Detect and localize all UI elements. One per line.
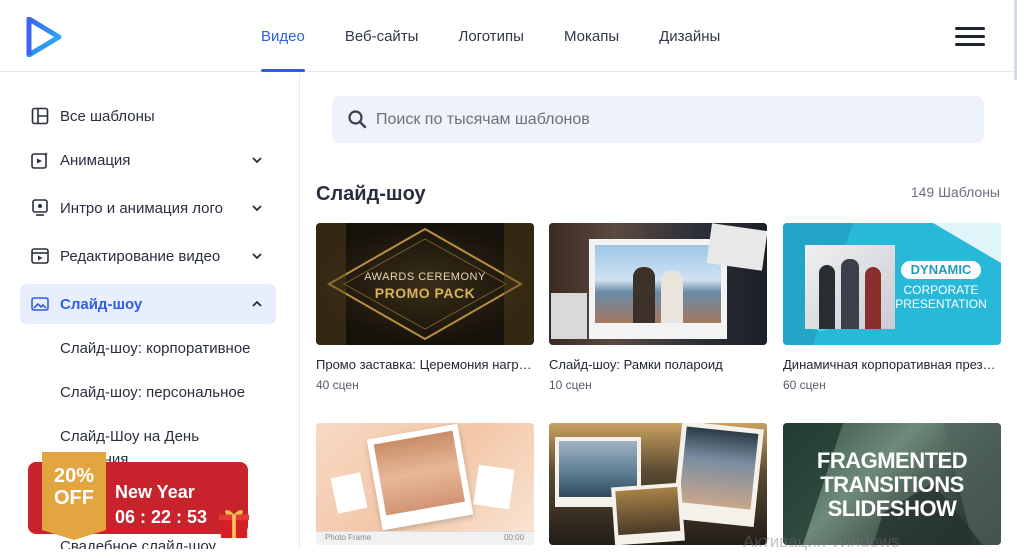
sidebar-item-animation[interactable]: Анимация bbox=[20, 140, 276, 180]
thumb-caption: FRAGMENTED bbox=[816, 448, 968, 473]
top-header: Видео Веб-сайты Логотипы Мокапы Дизайны bbox=[0, 0, 1017, 72]
discount-percent: 20% bbox=[53, 465, 95, 487]
main-nav: Видео Веб-сайты Логотипы Мокапы Дизайны bbox=[261, 0, 760, 72]
template-thumbnail[interactable] bbox=[549, 223, 767, 345]
template-card[interactable]: FRAGMENTED TRANSITIONS SLIDESHOW bbox=[783, 423, 1001, 545]
nav-logos[interactable]: Логотипы bbox=[458, 0, 524, 72]
discount-off: OFF bbox=[54, 487, 94, 509]
thumb-caption: Photo Frame bbox=[325, 533, 372, 542]
template-card[interactable]: DYNAMIC CORPORATE PRESENTATION Динамична… bbox=[783, 223, 1001, 392]
photo-frame bbox=[672, 423, 764, 528]
gift-icon bbox=[218, 510, 250, 539]
search-bar[interactable] bbox=[332, 96, 984, 143]
new-year-promo-banner[interactable]: 20% OFF New Year 06 : 22 : 53 bbox=[28, 452, 250, 540]
chevron-down-icon[interactable] bbox=[250, 153, 264, 167]
template-card[interactable]: AWARDS CEREMONY PROMO PACK Промо заставк… bbox=[316, 223, 534, 392]
sidebar-item-label: Редактирование видео bbox=[60, 247, 221, 265]
thumb-caption: PROMO PACK bbox=[374, 285, 476, 301]
thumb-caption: TRANSITIONS bbox=[820, 472, 964, 497]
template-thumbnail[interactable]: DYNAMIC CORPORATE PRESENTATION bbox=[783, 223, 1001, 345]
template-card[interactable]: Photo Frame 00:00 bbox=[316, 423, 534, 545]
nav-video[interactable]: Видео bbox=[261, 0, 305, 72]
thumb-caption: AWARDS CEREMONY bbox=[364, 271, 486, 283]
discount-tag: 20% OFF bbox=[42, 452, 106, 540]
windows-activation-watermark: Активация Windows bbox=[743, 532, 900, 551]
chevron-down-icon[interactable] bbox=[250, 249, 264, 263]
thumb-caption: CORPORATE bbox=[903, 283, 979, 297]
thumb-caption: DYNAMIC bbox=[901, 261, 981, 279]
logo-intro-icon bbox=[30, 198, 50, 218]
sidebar-subitem-corporate[interactable]: Слайд-шоу: корпоративное bbox=[60, 340, 251, 357]
sidebar-item-label: Слайд-шоу bbox=[60, 295, 143, 313]
search-input[interactable] bbox=[376, 96, 966, 143]
card-scenes: 40 сцен bbox=[316, 378, 359, 392]
card-title[interactable]: Слайд-шоу: Рамки полароид bbox=[549, 357, 767, 372]
card-scenes: 10 сцен bbox=[549, 378, 592, 392]
template-card[interactable] bbox=[549, 423, 767, 545]
polaroid-frame bbox=[589, 239, 727, 339]
nav-websites[interactable]: Веб-сайты bbox=[345, 0, 419, 72]
photo-frame bbox=[366, 423, 474, 531]
sidebar-subitem-birthday[interactable]: Слайд-Шоу на День bbox=[60, 428, 199, 445]
slideshow-icon bbox=[30, 294, 50, 314]
sidebar-item-label: Анимация bbox=[60, 151, 131, 169]
sidebar-item-label: Интро и анимация лого bbox=[60, 199, 224, 217]
template-thumbnail[interactable]: FRAGMENTED TRANSITIONS SLIDESHOW bbox=[783, 423, 1001, 545]
team-photo bbox=[805, 245, 895, 329]
video-edit-icon bbox=[30, 246, 50, 266]
template-count: 149 Шаблоны bbox=[910, 184, 1000, 200]
chevron-up-icon[interactable] bbox=[250, 297, 264, 311]
template-thumbnail[interactable]: Photo Frame 00:00 bbox=[316, 423, 534, 545]
sidebar-item-all-templates[interactable]: Все шаблоны bbox=[20, 96, 276, 136]
animation-icon bbox=[30, 150, 50, 170]
thumb-caption: SLIDESHOW bbox=[827, 496, 957, 521]
thumb-caption: 00:00 bbox=[504, 533, 525, 542]
sidebar-subitem-personal[interactable]: Слайд-шоу: персональное bbox=[60, 384, 245, 401]
card-title[interactable]: Промо заставка: Церемония награждения bbox=[316, 357, 534, 372]
sidebar-item-logo-intro[interactable]: Интро и анимация лого bbox=[20, 188, 276, 228]
search-icon bbox=[348, 110, 367, 129]
nav-mockups[interactable]: Мокапы bbox=[564, 0, 619, 72]
template-thumbnail[interactable]: AWARDS CEREMONY PROMO PACK bbox=[316, 223, 534, 345]
thumb-caption: PRESENTATION bbox=[895, 297, 987, 311]
promo-title: New Year bbox=[115, 482, 195, 502]
sidebar-item-video-edit[interactable]: Редактирование видео bbox=[20, 236, 276, 276]
chevron-down-icon[interactable] bbox=[250, 201, 264, 215]
template-card[interactable]: Слайд-шоу: Рамки полароид 10 сцен bbox=[549, 223, 767, 392]
grid-icon bbox=[30, 106, 50, 126]
template-thumbnail[interactable] bbox=[549, 423, 767, 545]
brand-logo-icon[interactable] bbox=[26, 17, 62, 57]
section-title: Слайд-шоу bbox=[316, 183, 426, 205]
promo-countdown: 06 : 22 : 53 bbox=[115, 507, 208, 527]
card-title[interactable]: Динамичная корпоративная презентация bbox=[783, 357, 1001, 372]
card-scenes: 60 сцен bbox=[783, 378, 826, 392]
menu-icon[interactable] bbox=[955, 27, 985, 47]
sidebar-item-label: Все шаблоны bbox=[60, 107, 155, 125]
gold-frame-graphic bbox=[316, 223, 534, 345]
sidebar-item-slideshow[interactable]: Слайд-шоу bbox=[20, 284, 276, 324]
nav-designs[interactable]: Дизайны bbox=[659, 0, 720, 72]
